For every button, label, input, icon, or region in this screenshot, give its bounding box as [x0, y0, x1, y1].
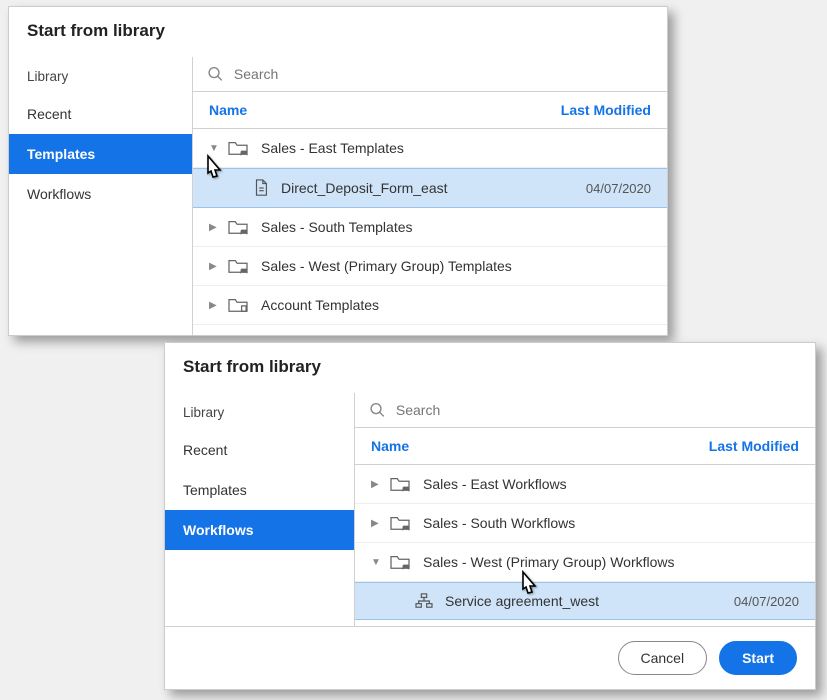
row-label: Sales - West (Primary Group) Workflows	[423, 554, 675, 570]
sidebar-heading: Library	[9, 63, 192, 94]
folder-row[interactable]: ▶ Sales - South Workflows	[355, 504, 815, 543]
folder-group-icon	[389, 514, 411, 532]
sidebar: Library Recent Templates Workflows	[165, 393, 355, 627]
folder-group-icon	[389, 475, 411, 493]
dialog-footer: Cancel Start	[165, 626, 815, 689]
caret-right-icon[interactable]: ▶	[371, 518, 381, 529]
caret-right-icon[interactable]: ▶	[371, 479, 381, 490]
file-row-selected[interactable]: Direct_Deposit_Form_east 04/07/2020	[193, 168, 667, 208]
column-headers: Name Last Modified	[193, 92, 667, 129]
sidebar-item-recent[interactable]: Recent	[165, 430, 354, 470]
rows-container: ▼ Sales - East Templates Direct_Deposit_…	[193, 129, 667, 335]
row-label: Sales - East Workflows	[423, 476, 567, 492]
search-bar	[193, 57, 667, 92]
col-name[interactable]: Name	[209, 102, 247, 118]
dialog-title: Start from library	[165, 343, 815, 393]
folder-building-icon	[227, 296, 249, 314]
caret-right-icon[interactable]: ▶	[209, 300, 219, 311]
row-label: Sales - East Templates	[261, 140, 404, 156]
row-label: Service agreement_west	[445, 593, 599, 609]
search-bar	[355, 393, 815, 428]
row-label: Sales - South Workflows	[423, 515, 575, 531]
sidebar-item-templates[interactable]: Templates	[165, 470, 354, 510]
col-modified[interactable]: Last Modified	[561, 102, 651, 118]
folder-row[interactable]: ▼ Sales - West (Primary Group) Workflows	[355, 543, 815, 582]
folder-row[interactable]: ▼ Sales - East Templates	[193, 129, 667, 168]
folder-group-icon	[227, 139, 249, 157]
dialog-title: Start from library	[9, 7, 667, 57]
folder-group-icon	[227, 218, 249, 236]
caret-right-icon[interactable]: ▶	[209, 222, 219, 233]
row-label: Sales - West (Primary Group) Templates	[261, 258, 512, 274]
workflow-icon	[415, 593, 433, 609]
sidebar-heading: Library	[165, 399, 354, 430]
folder-row[interactable]: ▶ Sales - South Templates	[193, 208, 667, 247]
folder-row[interactable]: ▶ Account Templates	[193, 286, 667, 325]
cancel-button[interactable]: Cancel	[618, 641, 708, 675]
row-date: 04/07/2020	[734, 594, 799, 609]
start-button[interactable]: Start	[719, 641, 797, 675]
search-icon	[369, 401, 386, 419]
sidebar-item-templates[interactable]: Templates	[9, 134, 192, 174]
row-date: 04/07/2020	[586, 181, 651, 196]
search-icon	[207, 65, 224, 83]
sidebar-item-recent[interactable]: Recent	[9, 94, 192, 134]
col-name[interactable]: Name	[371, 438, 409, 454]
sidebar: Library Recent Templates Workflows	[9, 57, 193, 335]
caret-down-icon[interactable]: ▼	[209, 143, 219, 154]
row-label: Direct_Deposit_Form_east	[281, 180, 448, 196]
library-dialog-templates: Start from library Library Recent Templa…	[8, 6, 668, 336]
document-icon	[253, 179, 269, 197]
folder-group-icon	[227, 257, 249, 275]
folder-group-icon	[389, 553, 411, 571]
row-label: Sales - South Templates	[261, 219, 413, 235]
col-modified[interactable]: Last Modified	[709, 438, 799, 454]
folder-row[interactable]: ▶ Sales - West (Primary Group) Templates	[193, 247, 667, 286]
sidebar-item-workflows[interactable]: Workflows	[9, 174, 192, 214]
column-headers: Name Last Modified	[355, 428, 815, 465]
row-label: Account Templates	[261, 297, 379, 313]
library-dialog-workflows: Start from library Library Recent Templa…	[164, 342, 816, 690]
sidebar-item-workflows[interactable]: Workflows	[165, 510, 354, 550]
search-input[interactable]	[396, 402, 801, 418]
caret-down-icon[interactable]: ▼	[371, 557, 381, 568]
caret-right-icon[interactable]: ▶	[209, 261, 219, 272]
folder-row[interactable]: ▶ Sales - East Workflows	[355, 465, 815, 504]
rows-container: ▶ Sales - East Workflows ▶ Sales - South…	[355, 465, 815, 627]
file-row-selected[interactable]: Service agreement_west 04/07/2020	[355, 582, 815, 620]
search-input[interactable]	[234, 66, 653, 82]
